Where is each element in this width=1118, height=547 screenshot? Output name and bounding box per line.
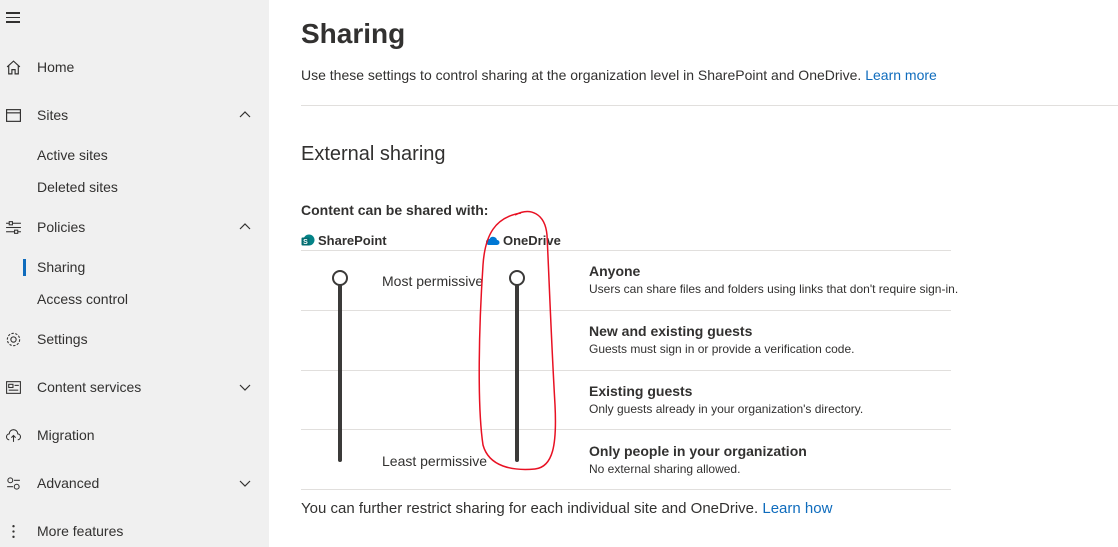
- option-anyone-desc: Users can share files and folders using …: [589, 282, 959, 296]
- chevron-down-icon[interactable]: [238, 476, 252, 490]
- footer-description: You can further restrict sharing for eac…: [301, 500, 759, 517]
- nav-label: More features: [37, 523, 124, 539]
- policies-icon: [4, 218, 22, 236]
- page-description: Use these settings to control sharing at…: [301, 67, 937, 83]
- sharepoint-column-header: S SharePoint: [301, 233, 387, 248]
- chevron-up-icon[interactable]: [238, 220, 252, 234]
- content-services-icon: [4, 378, 22, 396]
- gear-icon: [4, 330, 22, 348]
- nav-label: Settings: [37, 331, 88, 347]
- option-org-only-desc: No external sharing allowed.: [589, 462, 741, 476]
- row-divider: [301, 489, 951, 490]
- sharepoint-slider-thumb[interactable]: [332, 270, 348, 286]
- nav-item-migration[interactable]: Migration: [0, 419, 269, 451]
- main-content: Sharing Use these settings to control sh…: [269, 0, 1118, 547]
- annotation-circle: [478, 210, 557, 471]
- sharepoint-label: SharePoint: [318, 233, 387, 248]
- nav-label: Active sites: [37, 147, 108, 163]
- page-title: Sharing: [301, 18, 406, 49]
- nav-item-more-features[interactable]: More features: [0, 515, 269, 547]
- section-title: External sharing: [301, 143, 446, 165]
- nav-label: Home: [37, 59, 75, 75]
- footer-text: You can further restrict sharing for eac…: [301, 500, 832, 517]
- nav-label: Policies: [37, 219, 86, 235]
- shared-with-label: Content can be shared with:: [301, 202, 489, 218]
- chevron-up-icon[interactable]: [238, 108, 252, 122]
- row-divider: [301, 250, 951, 251]
- nav-label: Deleted sites: [37, 179, 118, 195]
- cloud-upload-icon: [4, 426, 22, 444]
- nav-item-access-control[interactable]: Access control: [0, 285, 269, 313]
- nav-item-settings[interactable]: Settings: [0, 323, 269, 355]
- most-permissive-label: Most permissive: [382, 273, 484, 289]
- nav-label: Advanced: [37, 475, 100, 491]
- selected-indicator: [23, 259, 26, 276]
- row-divider: [301, 370, 951, 371]
- nav-item-home[interactable]: Home: [0, 51, 269, 83]
- nav-label: Sites: [37, 107, 69, 123]
- description-text: Use these settings to control sharing at…: [301, 67, 862, 83]
- option-anyone-title: Anyone: [589, 263, 641, 279]
- option-existing-guests-desc: Only guests already in your organization…: [589, 402, 864, 416]
- nav-label: Content services: [37, 379, 142, 395]
- nav-item-deleted-sites[interactable]: Deleted sites: [0, 173, 269, 201]
- left-navigation: Home Sites Active sites Deleted sites Po…: [0, 0, 269, 547]
- sites-icon: [4, 106, 22, 124]
- hamburger-menu-icon[interactable]: [6, 12, 20, 24]
- row-divider: [301, 429, 951, 430]
- home-icon: [4, 58, 22, 76]
- advanced-icon: [4, 474, 22, 492]
- nav-item-sharing[interactable]: Sharing: [0, 253, 269, 281]
- chevron-down-icon[interactable]: [238, 380, 252, 394]
- row-divider: [301, 310, 951, 311]
- nav-item-policies[interactable]: Policies: [0, 211, 269, 243]
- more-icon: [4, 522, 22, 540]
- divider: [301, 105, 1118, 106]
- nav-label: Sharing: [37, 259, 86, 275]
- least-permissive-label: Least permissive: [382, 453, 488, 469]
- sharepoint-icon: S: [301, 234, 315, 246]
- option-org-only-title: Only people in your organization: [589, 443, 807, 459]
- learn-more-link[interactable]: Learn more: [865, 67, 937, 83]
- nav-item-content-services[interactable]: Content services: [0, 371, 269, 403]
- svg-text:S: S: [303, 239, 308, 246]
- sharepoint-slider-track[interactable]: [338, 276, 342, 462]
- option-existing-guests-title: Existing guests: [589, 383, 693, 399]
- nav-item-sites[interactable]: Sites: [0, 99, 269, 131]
- nav-item-advanced[interactable]: Advanced: [0, 467, 269, 499]
- option-new-existing-guests-title: New and existing guests: [589, 323, 753, 339]
- nav-label: Access control: [37, 291, 129, 307]
- learn-how-link[interactable]: Learn how: [762, 500, 832, 517]
- nav-label: Migration: [37, 427, 95, 443]
- nav-item-active-sites[interactable]: Active sites: [0, 141, 269, 169]
- option-new-existing-guests-desc: Guests must sign in or provide a verific…: [589, 342, 855, 356]
